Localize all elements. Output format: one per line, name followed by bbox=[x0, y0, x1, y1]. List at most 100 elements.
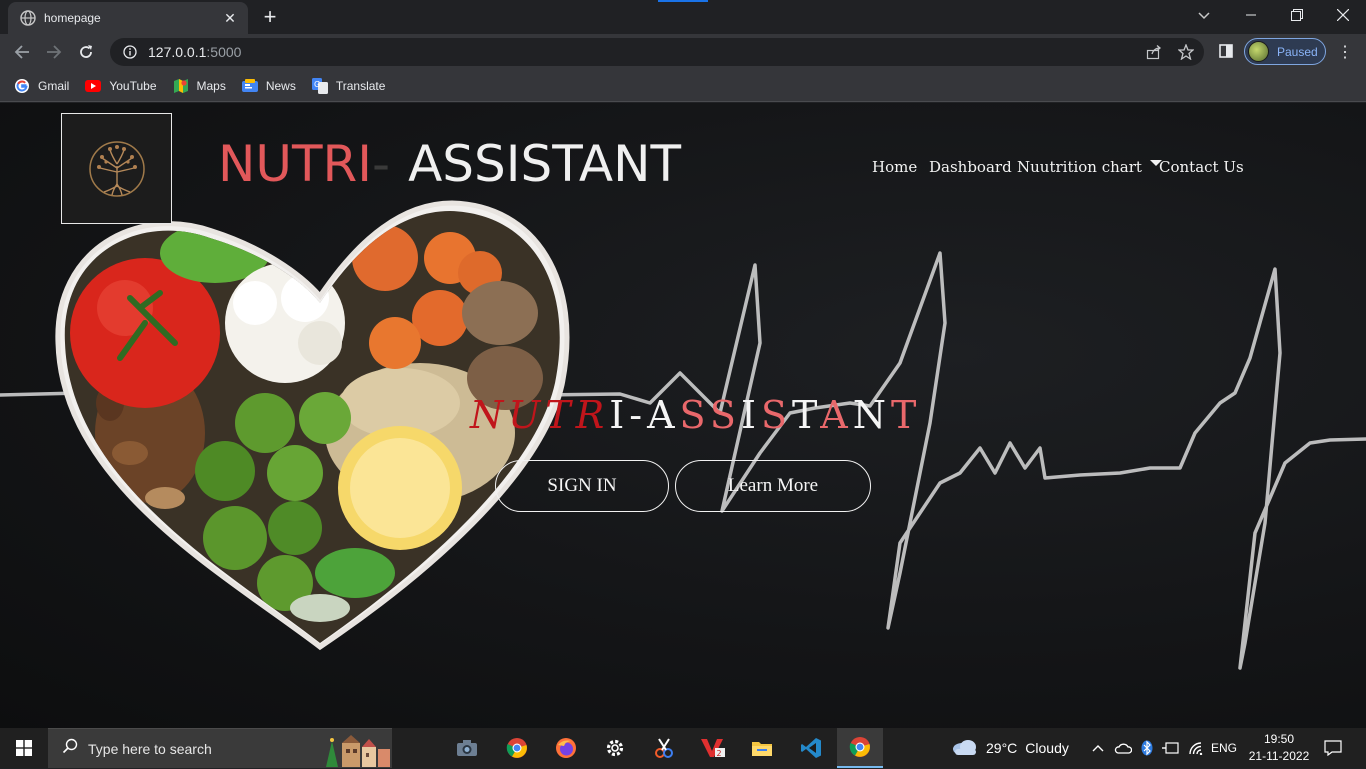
hero-title-segment: A bbox=[820, 393, 853, 437]
tree-of-life-icon bbox=[88, 140, 145, 197]
address-bar[interactable]: 127.0.0.1:5000 bbox=[110, 38, 1204, 66]
forward-arrow-icon[interactable] bbox=[42, 40, 66, 64]
hero-title: NUTRI-ASSISTANT bbox=[470, 393, 921, 437]
bookmark-label: News bbox=[265, 78, 296, 93]
svg-text:2: 2 bbox=[717, 749, 722, 758]
brand-separator: - bbox=[372, 135, 391, 193]
tab-title: homepage bbox=[44, 11, 101, 25]
browser-toolbar: 127.0.0.1:5000 bbox=[0, 34, 1366, 70]
nav-contact-us[interactable]: Contact Us bbox=[1159, 158, 1244, 176]
hero-title-segment: NUTR bbox=[470, 393, 610, 437]
maps-icon bbox=[173, 78, 189, 94]
close-icon[interactable]: ✕ bbox=[222, 10, 238, 27]
onedrive-sync-icon[interactable] bbox=[1112, 728, 1134, 768]
weather-condition: Cloudy bbox=[1025, 740, 1069, 756]
more-menu-icon[interactable]: ⋮ bbox=[1336, 42, 1354, 62]
language-indicator[interactable]: ENG bbox=[1208, 728, 1240, 768]
reload-icon[interactable] bbox=[74, 40, 98, 64]
bookmark-youtube[interactable]: YouTube bbox=[85, 78, 157, 94]
profile-chip[interactable]: Paused bbox=[1244, 38, 1326, 65]
bookmark-label: Translate bbox=[335, 78, 386, 93]
search-highlight-illustration bbox=[326, 735, 390, 767]
url-port: :5000 bbox=[206, 44, 242, 60]
site-brand[interactable]: NUTRI- ASSISTANT bbox=[218, 135, 681, 193]
search-icon bbox=[62, 738, 78, 759]
google-icon bbox=[14, 78, 30, 94]
clock-date: 21-11-2022 bbox=[1248, 749, 1310, 763]
notification-icon[interactable] bbox=[1320, 728, 1346, 768]
tab-strip: homepage ✕ + bbox=[0, 0, 1366, 34]
hero-title-segment: N bbox=[852, 393, 891, 437]
weather-widget[interactable]: 29°C Cloudy bbox=[952, 728, 1069, 768]
back-arrow-icon[interactable] bbox=[10, 40, 34, 64]
sign-in-button[interactable]: SIGN IN bbox=[495, 460, 669, 512]
side-panel-icon[interactable] bbox=[1218, 43, 1234, 59]
bookmark-star-icon[interactable] bbox=[1178, 44, 1194, 60]
bookmark-news[interactable]: News bbox=[241, 78, 296, 94]
main-nav: Home bbox=[872, 158, 917, 176]
taskbar-search-box[interactable]: Type here to search bbox=[48, 728, 392, 768]
main-nav-chart: Nuutrition chart bbox=[1017, 158, 1162, 176]
share-icon[interactable] bbox=[1146, 44, 1162, 60]
nav-nutrition-chart[interactable]: Nuutrition chart bbox=[1017, 158, 1142, 176]
hero-title-segment: T bbox=[890, 393, 922, 437]
taskbar-firefox-icon[interactable] bbox=[543, 728, 589, 768]
translate-icon: G bbox=[311, 77, 328, 94]
taskbar-file-explorer-icon[interactable] bbox=[739, 728, 785, 768]
brand-part2: ASSISTANT bbox=[408, 135, 682, 193]
main-nav-contact: Contact Us bbox=[1159, 158, 1244, 176]
bookmarks-bar: Gmail YouTube Maps News G Translate bbox=[0, 70, 1366, 102]
site-info-icon[interactable] bbox=[122, 44, 138, 60]
taskbar-vlc-v-app-icon[interactable]: 2 bbox=[690, 728, 736, 768]
weather-temp: 29°C bbox=[986, 740, 1018, 756]
taskbar-vscode-icon[interactable] bbox=[788, 728, 834, 768]
news-icon bbox=[241, 78, 258, 94]
taskbar-chrome-active-icon[interactable] bbox=[837, 728, 883, 768]
bookmark-label: YouTube bbox=[109, 78, 157, 93]
bookmark-label: Maps bbox=[196, 78, 226, 93]
restore-button[interactable] bbox=[1274, 0, 1320, 30]
site-logo[interactable] bbox=[61, 113, 172, 224]
nav-home[interactable]: Home bbox=[872, 158, 917, 176]
cloud-icon bbox=[952, 738, 978, 759]
brand-part1: NUTRI bbox=[218, 135, 373, 193]
url-host: 127.0.0.1 bbox=[148, 44, 207, 60]
clock-time: 19:50 bbox=[1263, 732, 1295, 746]
taskbar-settings-icon[interactable] bbox=[592, 728, 638, 768]
hero-title-segment: T bbox=[792, 393, 821, 437]
bookmark-translate[interactable]: G Translate bbox=[311, 77, 386, 94]
youtube-icon bbox=[85, 78, 102, 94]
minimize-button[interactable] bbox=[1228, 0, 1274, 30]
taskbar-snipping-tool-icon[interactable] bbox=[641, 728, 687, 768]
profile-status: Paused bbox=[1277, 44, 1318, 59]
hero-title-segment: SS bbox=[679, 393, 741, 437]
search-placeholder: Type here to search bbox=[88, 740, 212, 757]
hero-title-segment: I-A bbox=[609, 393, 680, 437]
browser-tab-homepage[interactable]: homepage ✕ bbox=[8, 2, 248, 34]
nav-dashboard[interactable]: Dashboard bbox=[929, 158, 1012, 176]
close-window-button[interactable] bbox=[1320, 0, 1366, 30]
hero-title-segment: S bbox=[760, 393, 792, 437]
taskbar-camera-icon[interactable] bbox=[444, 728, 490, 768]
bookmark-maps[interactable]: Maps bbox=[173, 78, 226, 94]
wifi-icon[interactable] bbox=[1186, 728, 1206, 768]
chevron-up-icon[interactable] bbox=[1088, 728, 1108, 768]
chevron-down-icon[interactable] bbox=[1194, 6, 1214, 26]
window-accent bbox=[658, 0, 708, 2]
taskbar-chrome-icon[interactable] bbox=[494, 728, 540, 768]
new-tab-button[interactable]: + bbox=[258, 4, 282, 29]
main-nav-dashboard: Dashboard bbox=[929, 158, 1012, 176]
battery-plug-icon[interactable] bbox=[1160, 728, 1180, 768]
hero-title-segment: I bbox=[740, 393, 761, 437]
bluetooth-icon[interactable] bbox=[1138, 728, 1156, 768]
homepage-content: NUTRI- ASSISTANT Home Dashboard Nuutritio… bbox=[0, 103, 1366, 728]
windows-start-icon[interactable] bbox=[0, 728, 48, 768]
bookmark-label: Gmail bbox=[38, 78, 70, 93]
svg-text:G: G bbox=[314, 80, 320, 89]
avatar bbox=[1248, 41, 1269, 62]
learn-more-button[interactable]: Learn More bbox=[675, 460, 871, 512]
bookmark-gmail[interactable]: Gmail bbox=[14, 78, 69, 94]
windows-taskbar: Type here to search 2 29°C Cloudy ENG 19… bbox=[0, 728, 1366, 768]
taskbar-clock[interactable]: 19:50 21-11-2022 bbox=[1244, 731, 1314, 765]
globe-icon bbox=[20, 10, 36, 26]
